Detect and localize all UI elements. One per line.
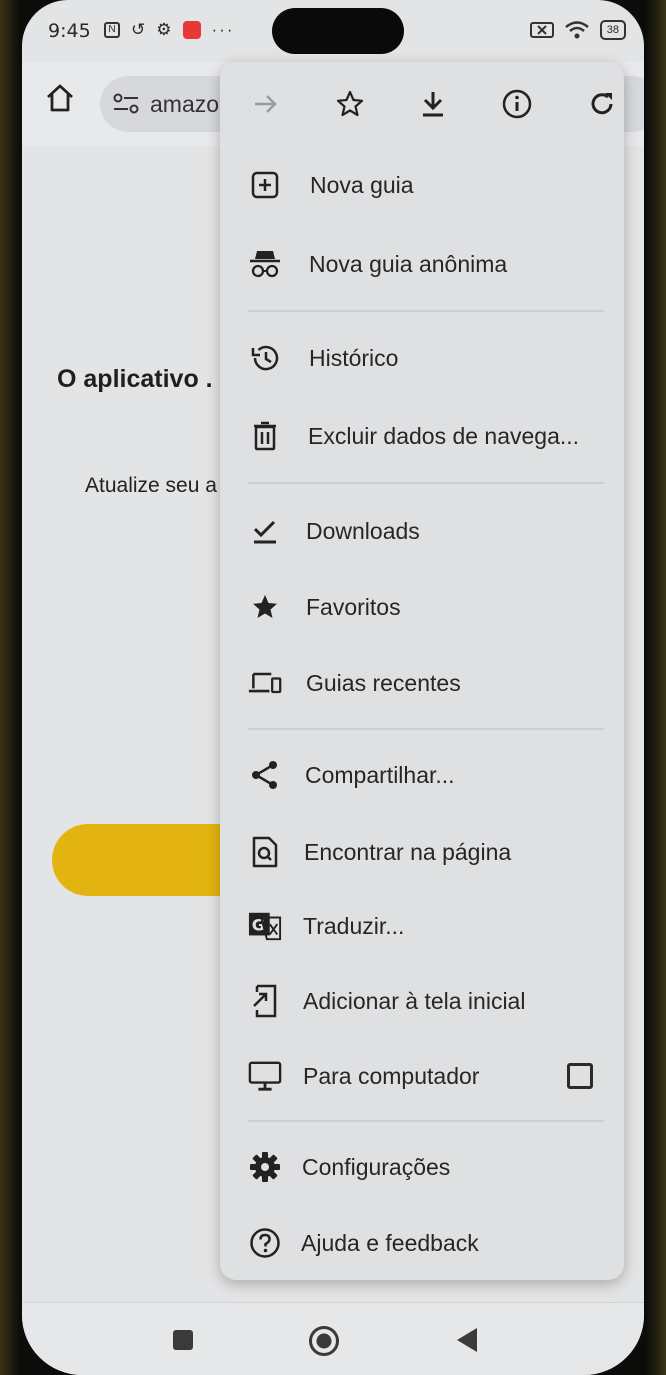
menu-item-bookmarks[interactable]: Favoritos bbox=[220, 577, 624, 637]
wifi-icon bbox=[564, 21, 589, 39]
recents-icon[interactable] bbox=[172, 1329, 194, 1351]
gear-small-icon: ⚙ bbox=[156, 20, 172, 39]
menu-item-share[interactable]: Compartilhar... bbox=[220, 745, 624, 805]
menu-item-help[interactable]: Ajuda e feedback bbox=[220, 1213, 624, 1273]
menu-item-label: Adicionar à tela inicial bbox=[303, 987, 526, 1014]
menu-item-label: Configurações bbox=[302, 1153, 451, 1180]
gear-icon bbox=[248, 1150, 282, 1184]
menu-item-label: Nova guia bbox=[310, 171, 414, 198]
download-icon[interactable] bbox=[415, 86, 451, 122]
menu-item-desktop-site[interactable]: Para computador bbox=[220, 1046, 624, 1106]
screen: 9:45 N ↺ ⚙ ··· 38 amazo O aplicativo . A… bbox=[22, 0, 644, 1375]
status-time: 9:45 bbox=[48, 20, 91, 42]
add-to-home-icon bbox=[248, 984, 282, 1018]
page-body-text: Atualize seu a bbox=[85, 474, 217, 497]
menu-item-label: Encontrar na página bbox=[304, 838, 512, 865]
page-heading: O aplicativo . bbox=[57, 365, 213, 393]
find-in-page-icon bbox=[248, 835, 282, 869]
history-icon bbox=[248, 341, 282, 375]
status-bar: 9:45 N ↺ ⚙ ··· 38 bbox=[22, 0, 644, 62]
menu-item-downloads[interactable]: Downloads bbox=[220, 501, 624, 561]
menu-divider bbox=[248, 310, 604, 312]
system-nav-bar bbox=[22, 1302, 644, 1375]
menu-item-label: Downloads bbox=[306, 517, 420, 544]
menu-divider bbox=[248, 1120, 604, 1122]
trash-icon bbox=[248, 419, 282, 453]
menu-item-label: Compartilhar... bbox=[305, 761, 455, 788]
help-icon bbox=[248, 1226, 282, 1260]
status-right-icons: 38 bbox=[529, 20, 626, 40]
desktop-icon bbox=[248, 1059, 282, 1093]
menu-item-label: Ajuda e feedback bbox=[301, 1229, 479, 1256]
translate-icon: G bbox=[248, 909, 282, 943]
refresh-icon[interactable] bbox=[584, 86, 620, 122]
info-icon[interactable] bbox=[499, 86, 535, 122]
home-icon[interactable] bbox=[44, 82, 76, 114]
devices-icon bbox=[248, 666, 282, 700]
menu-item-label: Excluir dados de navega... bbox=[308, 422, 580, 449]
menu-item-label: Para computador bbox=[303, 1062, 480, 1089]
menu-item-translate[interactable]: G Traduzir... bbox=[220, 896, 624, 956]
menu-item-label: Traduzir... bbox=[303, 912, 405, 939]
menu-item-settings[interactable]: Configurações bbox=[220, 1137, 624, 1197]
menu-item-label: Histórico bbox=[309, 344, 399, 371]
desktop-site-checkbox[interactable] bbox=[567, 1063, 593, 1089]
battery-indicator: 38 bbox=[599, 20, 626, 40]
camera-notch bbox=[272, 8, 404, 54]
menu-item-label: Guias recentes bbox=[306, 669, 461, 696]
menu-item-incognito[interactable]: Nova guia anônima bbox=[220, 234, 624, 294]
menu-item-label: Favoritos bbox=[306, 593, 401, 620]
menu-divider bbox=[248, 482, 604, 484]
site-settings-icon[interactable] bbox=[112, 92, 140, 116]
menu-action-row bbox=[220, 62, 624, 148]
menu-item-label: Nova guia anônima bbox=[309, 250, 508, 277]
url-text: amazo bbox=[150, 91, 220, 117]
sync-icon: ↺ bbox=[131, 20, 146, 39]
bookmark-star-icon[interactable] bbox=[332, 86, 368, 122]
menu-item-add-to-home[interactable]: Adicionar à tela inicial bbox=[220, 971, 624, 1031]
menu-item-new-tab[interactable]: Nova guia bbox=[220, 155, 624, 215]
mail-icon bbox=[182, 21, 201, 39]
status-notification-icons: N ↺ ⚙ ··· bbox=[104, 20, 234, 40]
menu-divider bbox=[248, 728, 604, 730]
new-tab-icon bbox=[248, 168, 282, 202]
share-icon bbox=[248, 758, 282, 792]
home-nav-icon[interactable] bbox=[308, 1325, 340, 1357]
forward-icon[interactable] bbox=[248, 86, 284, 122]
overflow-menu: Nova guia Nova guia anônima Histórico Ex… bbox=[220, 62, 624, 1280]
menu-item-history[interactable]: Histórico bbox=[220, 328, 624, 388]
more-notifications-icon: ··· bbox=[211, 20, 235, 39]
menu-item-recent-tabs[interactable]: Guias recentes bbox=[220, 653, 624, 713]
star-filled-icon bbox=[248, 590, 282, 624]
back-icon[interactable] bbox=[455, 1327, 479, 1353]
menu-item-clear-data[interactable]: Excluir dados de navega... bbox=[220, 406, 624, 466]
downloads-check-icon bbox=[248, 514, 282, 548]
menu-item-find-in-page[interactable]: Encontrar na página bbox=[220, 822, 624, 882]
incognito-icon bbox=[248, 247, 282, 281]
nfc-icon: N bbox=[104, 22, 120, 38]
no-sim-icon bbox=[529, 22, 554, 38]
